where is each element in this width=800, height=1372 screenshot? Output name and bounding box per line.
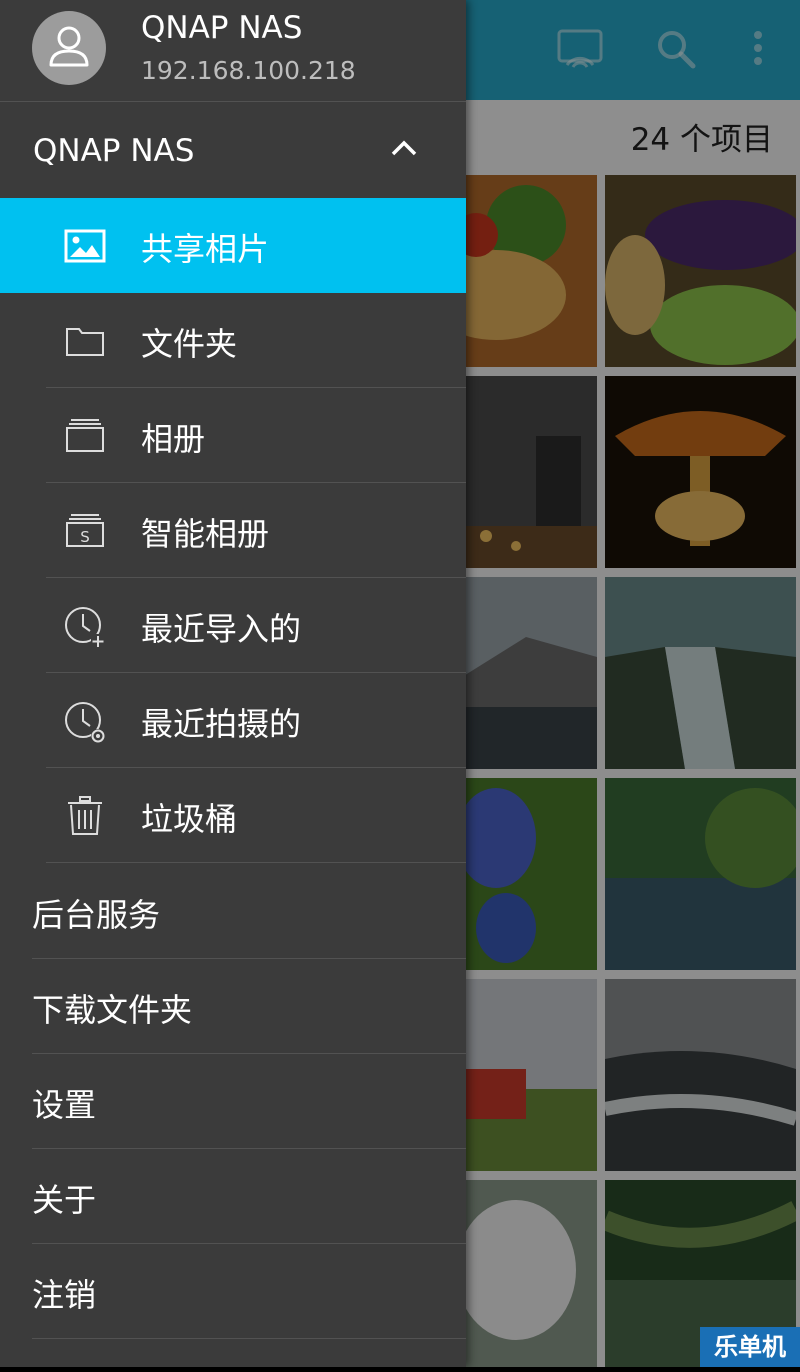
nav-item-label: 最近导入的 — [141, 610, 302, 648]
image-icon — [64, 229, 106, 263]
drawer-header: QNAP NAS 192.168.100.218 — [0, 0, 466, 101]
nav-item-label: 垃圾桶 — [141, 800, 238, 838]
smart-album-icon: S — [66, 514, 104, 547]
menu-item-download-folder[interactable]: 下载文件夹 — [0, 959, 466, 1054]
nav-item-label: 相册 — [141, 420, 206, 458]
divider — [46, 862, 466, 863]
chevron-up-icon[interactable] — [388, 132, 420, 164]
user-icon — [49, 26, 89, 67]
nav-item-label: 智能相册 — [141, 515, 270, 553]
recent-taken-icon — [65, 702, 105, 743]
menu-item-about[interactable]: 关于 — [0, 1149, 466, 1244]
menu-item-logout[interactable]: 注销 — [0, 1244, 466, 1339]
watermark: 乐单机 — [700, 1327, 800, 1367]
menu-item-label: 关于 — [32, 1181, 97, 1219]
nav-item-label: 最近拍摄的 — [141, 705, 302, 743]
folder-icon — [66, 328, 104, 356]
device-ip: 192.168.100.218 — [141, 56, 356, 85]
nav-item-recently-imported[interactable]: 最近导入的 — [0, 578, 466, 673]
menu-item-background-services[interactable]: 后台服务 — [0, 864, 466, 959]
device-name: QNAP NAS — [141, 10, 303, 46]
nav-item-albums[interactable]: 相册 — [0, 388, 466, 483]
svg-text:S: S — [80, 528, 90, 546]
trash-icon — [68, 796, 102, 835]
avatar[interactable] — [32, 11, 106, 85]
navigation-drawer: QNAP NAS 192.168.100.218 QNAP NAS 共享相片 文… — [0, 0, 466, 1367]
nav-item-smart-albums[interactable]: S 智能相册 — [0, 483, 466, 578]
menu-item-settings[interactable]: 设置 — [0, 1054, 466, 1149]
album-icon — [66, 419, 104, 452]
nav-item-trash[interactable]: 垃圾桶 — [0, 768, 466, 863]
menu-item-label: 设置 — [32, 1086, 97, 1124]
nav-item-shared-photos[interactable]: 共享相片 — [0, 198, 466, 293]
nav-item-recently-taken[interactable]: 最近拍摄的 — [0, 673, 466, 768]
divider — [32, 1338, 466, 1339]
recent-import-icon — [65, 607, 105, 648]
menu-item-label: 注销 — [32, 1276, 97, 1314]
menu-item-label: 下载文件夹 — [32, 991, 193, 1029]
divider — [0, 101, 466, 102]
nav-item-label: 共享相片 — [141, 230, 270, 268]
menu-item-label: 后台服务 — [32, 896, 161, 934]
section-title: QNAP NAS — [33, 133, 195, 169]
nav-item-folders[interactable]: 文件夹 — [0, 293, 466, 388]
nav-item-label: 文件夹 — [141, 325, 238, 363]
